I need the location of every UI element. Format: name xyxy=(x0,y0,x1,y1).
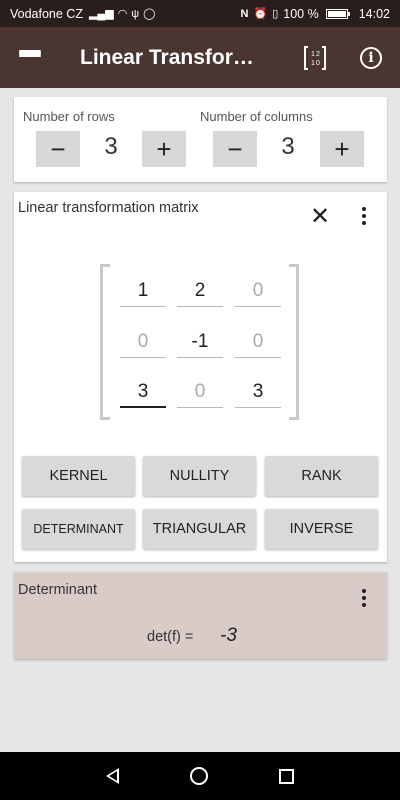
inverse-button[interactable]: INVERSE xyxy=(265,509,378,549)
matrix-cell-r1c3[interactable]: 0 xyxy=(235,277,281,307)
more-options-button[interactable] xyxy=(352,202,376,230)
matrix-cell-r1c1[interactable]: 1 xyxy=(120,277,166,307)
determinant-expression: det(f) = xyxy=(147,629,194,645)
rows-label: Number of rows xyxy=(23,109,115,124)
matrix-cell-r3c3[interactable]: 3 xyxy=(235,378,281,408)
whatsapp-icon: ◯ xyxy=(143,8,156,20)
vibrate-icon: ▯ xyxy=(272,8,279,20)
clock: 14:02 xyxy=(358,6,390,21)
matrix-icon: 1 2 1 0 xyxy=(304,45,326,70)
rows-increment-button[interactable]: + xyxy=(142,131,186,167)
signal-icon: ▂▄▆ xyxy=(88,8,114,20)
rank-button[interactable]: RANK xyxy=(265,456,378,496)
matrix-view-button[interactable]: 1 2 1 0 xyxy=(290,27,340,88)
plus-icon: + xyxy=(334,133,350,164)
matrix-card-title: Linear transformation matrix xyxy=(18,200,199,216)
hamburger-menu-icon xyxy=(19,49,41,66)
close-button[interactable]: ✕ xyxy=(306,202,334,230)
matrix-cell-r2c1[interactable]: 0 xyxy=(120,328,166,358)
matrix-left-bracket xyxy=(100,264,110,420)
svg-text:0: 0 xyxy=(316,60,320,67)
battery-text: 100 % xyxy=(283,6,319,21)
nfc-icon: N xyxy=(240,7,249,20)
columns-label: Number of columns xyxy=(200,109,313,124)
minus-icon: − xyxy=(227,133,243,164)
matrix-cell-r2c3[interactable]: 0 xyxy=(235,328,281,358)
app-bar: Linear Transformation 1 2 1 0 i xyxy=(0,27,400,88)
carrier-name: Vodafone CZ xyxy=(10,6,83,21)
status-right: N ⏰ ▯ 100 % 14:02 xyxy=(241,7,390,21)
alarm-icon: ⏰ xyxy=(253,8,268,20)
svg-text:1: 1 xyxy=(311,51,315,58)
back-icon[interactable] xyxy=(105,768,119,784)
determinant-result-card: Determinant det(f) = -3 xyxy=(14,572,387,659)
home-icon[interactable] xyxy=(189,767,208,785)
matrix-cell-r2c2[interactable]: -1 xyxy=(177,328,223,358)
menu-button[interactable] xyxy=(0,27,60,88)
columns-value: 3 xyxy=(281,133,295,160)
more-vert-icon xyxy=(362,589,366,607)
columns-decrement-button[interactable]: − xyxy=(213,131,257,167)
rows-value: 3 xyxy=(104,133,118,160)
battery-icon xyxy=(325,8,350,19)
minus-icon: − xyxy=(50,133,66,164)
usb-icon: ψ xyxy=(131,7,140,20)
matrix-card: Linear transformation matrix ✕ 1 2 0 0 -… xyxy=(14,192,387,562)
battery-level-fill xyxy=(327,10,346,17)
wifi-icon: ◠ xyxy=(117,8,128,20)
plus-icon: + xyxy=(156,133,172,164)
more-vert-icon xyxy=(362,207,366,225)
system-nav-bar xyxy=(0,752,400,800)
result-more-options-button[interactable] xyxy=(354,584,374,612)
triangular-button[interactable]: TRIANGULAR xyxy=(143,509,256,549)
columns-increment-button[interactable]: + xyxy=(320,131,364,167)
svg-text:1: 1 xyxy=(311,60,315,67)
matrix-right-bracket xyxy=(289,264,299,420)
page-title: Linear Transformation xyxy=(80,45,270,69)
dimensions-card: Number of rows − 3 + Number of columns −… xyxy=(14,97,387,182)
kernel-button[interactable]: KERNEL xyxy=(22,456,135,496)
status-icons: ▂▄▆ ◠ ψ ◯ xyxy=(88,7,156,21)
matrix-cell-r3c2[interactable]: 0 xyxy=(177,378,223,408)
nullity-button[interactable]: NULLITY xyxy=(143,456,256,496)
determinant-button[interactable]: DETERMINANT xyxy=(22,509,135,549)
matrix-cell-r1c2[interactable]: 2 xyxy=(177,277,223,307)
rows-decrement-button[interactable]: − xyxy=(36,131,80,167)
info-icon: i xyxy=(360,46,382,69)
svg-text:2: 2 xyxy=(316,51,320,58)
determinant-value: -3 xyxy=(220,625,237,646)
matrix-cell-r3c1[interactable]: 3 xyxy=(120,378,166,408)
result-title: Determinant xyxy=(18,582,97,598)
info-button[interactable]: i xyxy=(346,27,396,88)
status-bar: Vodafone CZ ▂▄▆ ◠ ψ ◯ N ⏰ ▯ 100 % 14:02 xyxy=(0,0,400,27)
recents-icon[interactable] xyxy=(279,768,295,784)
close-icon: ✕ xyxy=(309,202,331,230)
